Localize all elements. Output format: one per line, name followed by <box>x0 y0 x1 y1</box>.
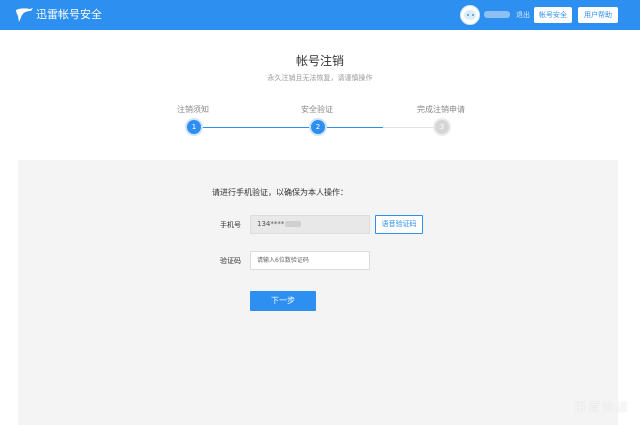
account-security-button[interactable]: 帐号安全 <box>534 7 572 23</box>
step-1-circle: 1 <box>187 120 201 134</box>
xunlei-logo-icon <box>16 8 33 22</box>
page-title: 帐号注销 <box>295 54 344 68</box>
avatar[interactable] <box>460 5 480 25</box>
phone-mask <box>285 221 302 227</box>
step-3-label: 完成注销申请 <box>417 105 465 114</box>
step-connector-2b <box>383 127 435 128</box>
username-masked[interactable] <box>484 11 510 18</box>
phone-label: 手机号 <box>220 221 241 229</box>
top-bar: 迅雷帐号安全 退出 帐号安全 用户帮助 <box>0 0 640 30</box>
verification-instruction: 请进行手机验证，以确保为本人操作： <box>212 188 348 197</box>
brand-title[interactable]: 迅雷帐号安全 <box>36 7 102 23</box>
step-2-circle: 2 <box>311 120 325 134</box>
page-subtitle: 永久注销且无法恢复，请谨慎操作 <box>267 74 373 82</box>
next-step-button[interactable]: 下一步 <box>250 291 316 311</box>
voice-code-button[interactable]: 语音验证码 <box>375 215 423 234</box>
step-2-label: 安全验证 <box>301 105 333 114</box>
step-connector-1 <box>201 127 311 128</box>
verification-code-input[interactable] <box>250 251 370 270</box>
step-3-circle: 3 <box>435 120 449 134</box>
step-connector-2a <box>325 127 383 128</box>
help-button[interactable]: 用户帮助 <box>578 7 618 23</box>
code-label: 验证码 <box>220 257 241 265</box>
watermark: 百度知道 <box>573 400 630 414</box>
phone-number-field: 134**** <box>250 215 370 234</box>
logout-link[interactable]: 退出 <box>516 9 530 21</box>
verification-panel <box>18 160 618 425</box>
step-1-label: 注销须知 <box>177 105 209 114</box>
phone-number-value: 134**** <box>257 220 285 228</box>
